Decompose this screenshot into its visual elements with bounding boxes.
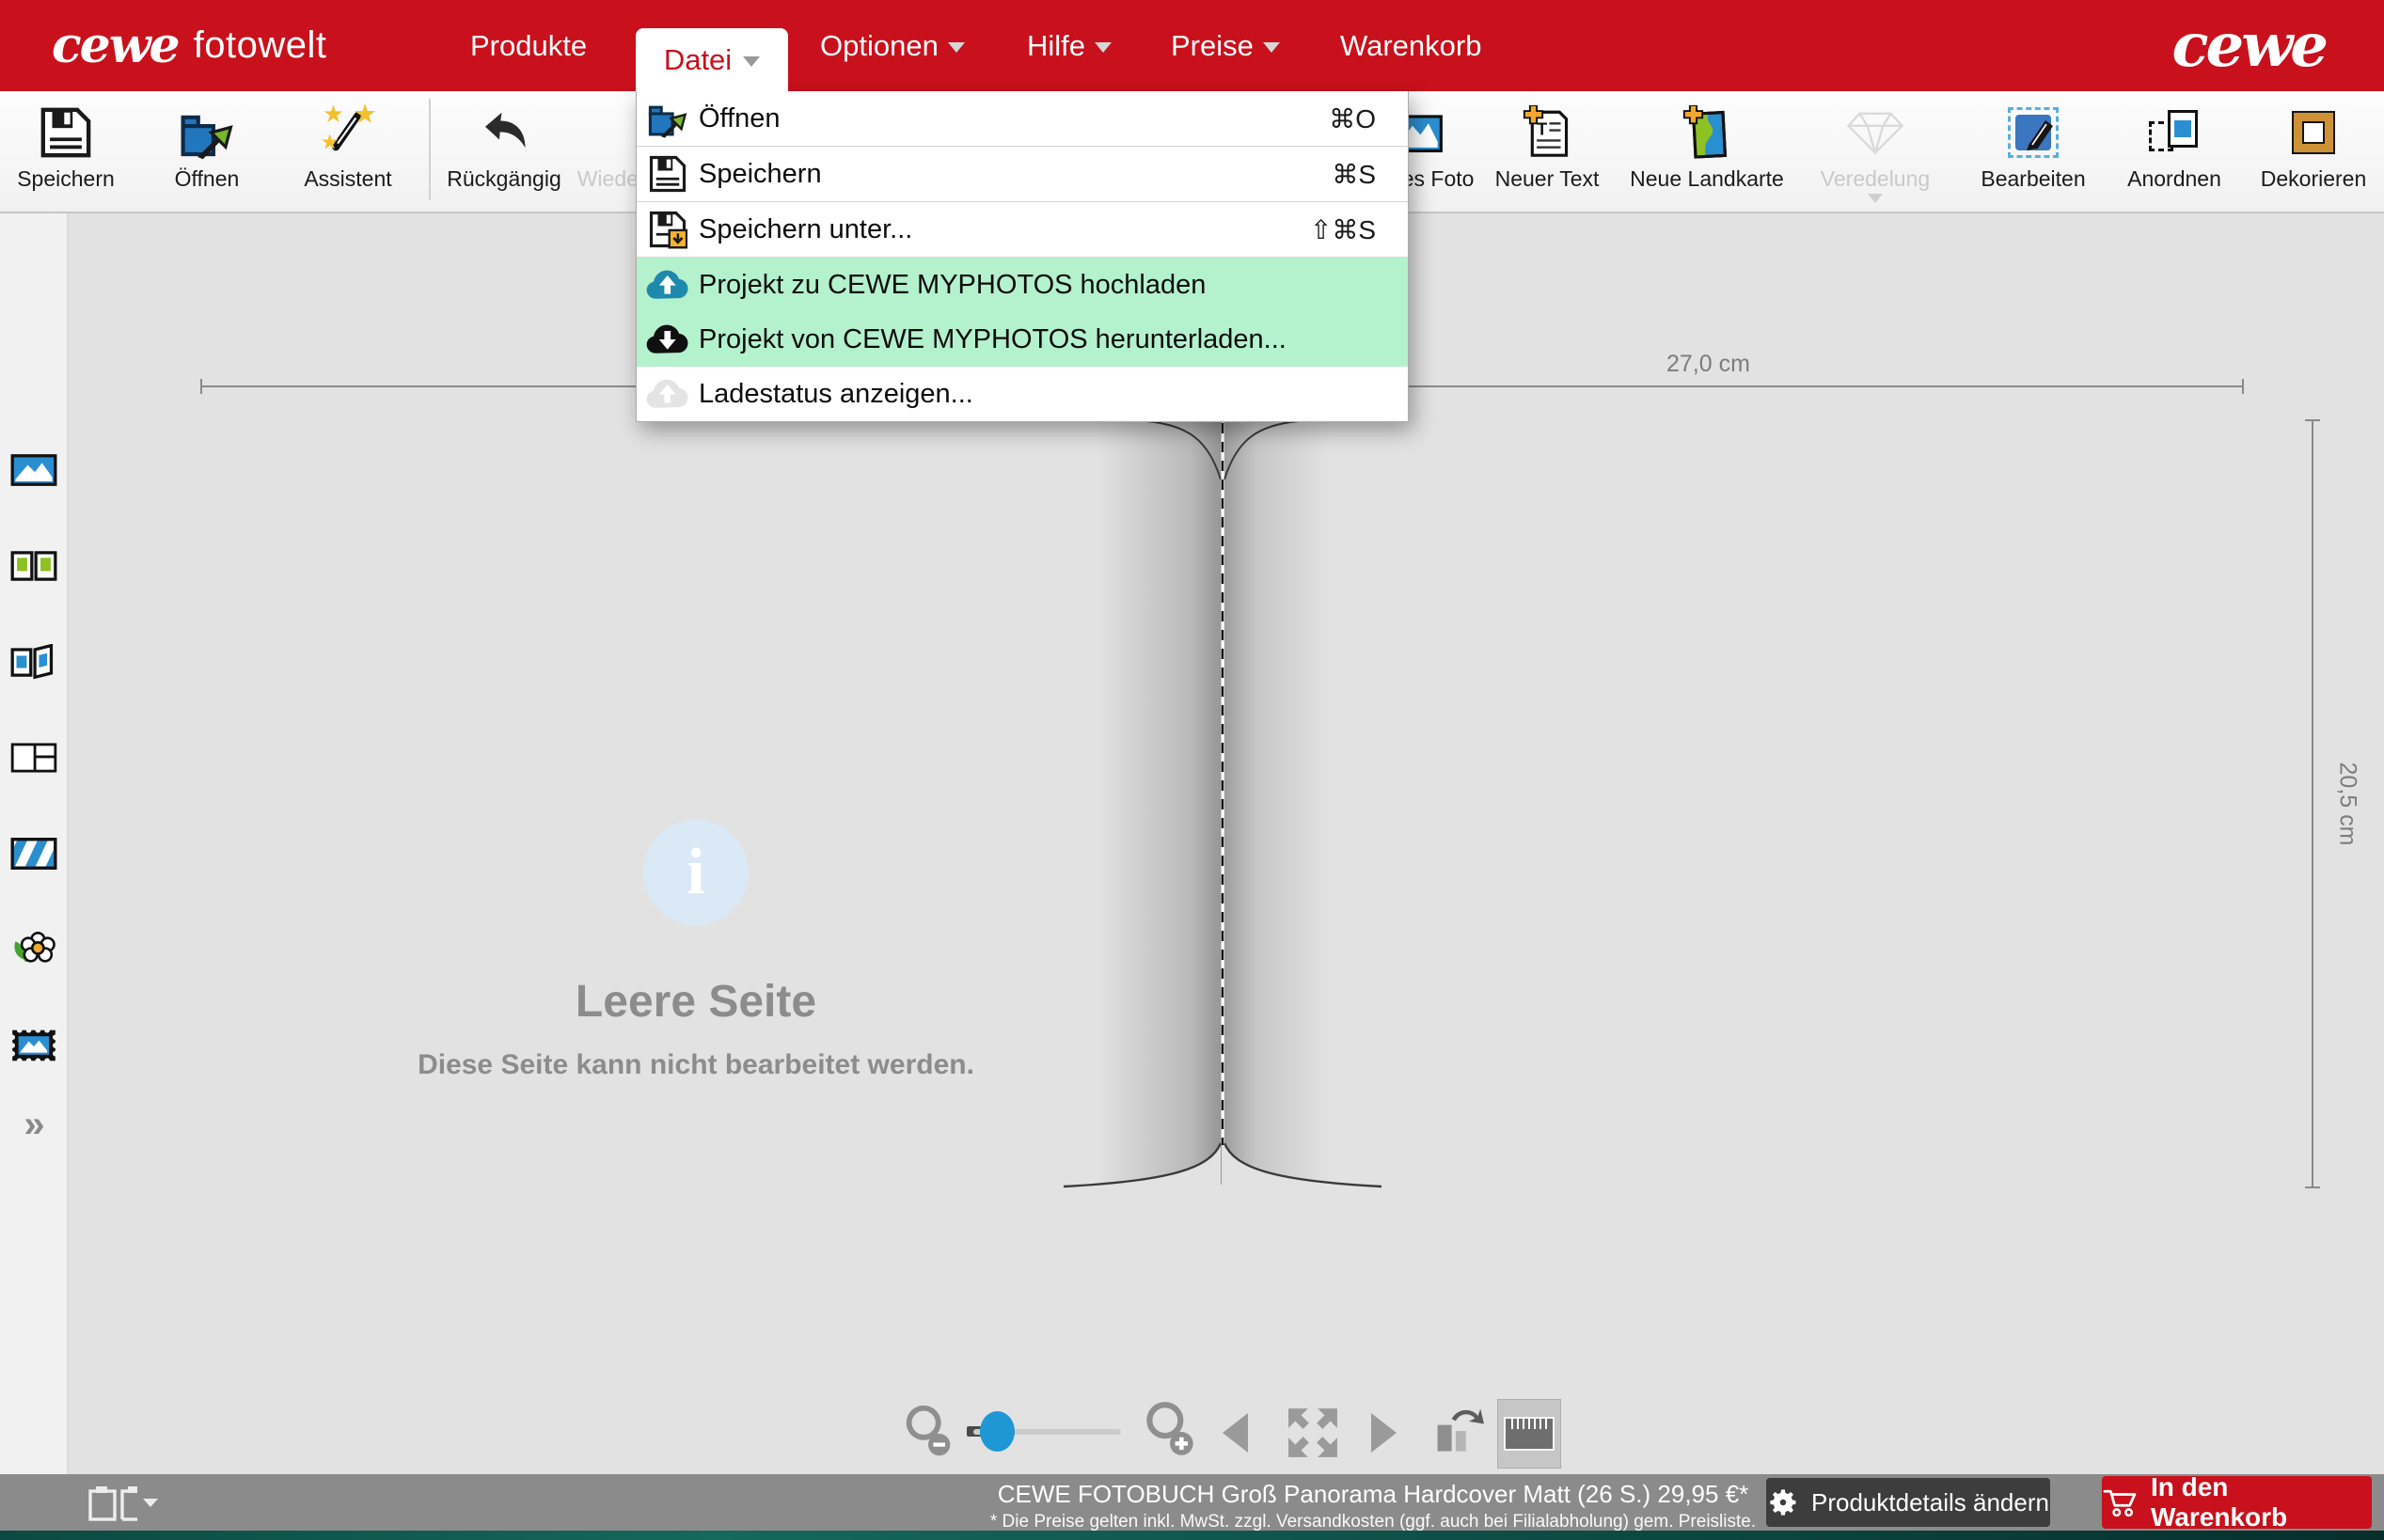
spread-layout-icon [10,549,57,583]
change-product-details-button[interactable]: Produktdetails ändern [1766,1478,2050,1527]
page-view-selector[interactable] [85,1480,166,1532]
assistant-button[interactable]: Assistent [263,99,433,208]
ruler-tick [200,379,202,394]
chevron-down-icon [743,56,760,67]
edit-icon [2008,99,2059,166]
cloud-status-icon [637,377,699,411]
undo-icon [477,99,531,166]
left-sidebar: » [0,212,69,1474]
sidebar-item-layouts[interactable] [0,724,67,792]
ruler-toggle-button[interactable] [1497,1399,1561,1469]
decorate-button[interactable]: Dekorieren [2229,99,2384,208]
chevron-down-icon [1095,42,1112,53]
ruler-tick [2305,419,2320,421]
photos-icon [10,453,57,487]
magic-wand-icon [319,99,377,166]
menu-hilfe[interactable]: Hilfe [1027,0,1112,91]
gear-icon [1767,1486,1799,1518]
magnifier-minus-icon [898,1401,960,1463]
new-map-button[interactable]: Neue Landkarte [1622,99,1792,208]
page-height-label: 20,5 cm [2334,762,2361,846]
save-icon [637,154,699,194]
zoom-slider-knob[interactable] [980,1411,1015,1452]
next-page-button[interactable] [1371,1413,1397,1453]
menu-item-download-project[interactable]: Projekt von CEWE MYPHOTOS herunterladen.… [637,312,1408,367]
menu-item-save[interactable]: Speichern ⌘S [637,147,1408,202]
menu-datei[interactable]: Datei [636,28,788,91]
flower-clipart-icon [10,931,57,968]
status-bar: CEWE FOTOBUCH Groß Panorama Hardcover Ma… [0,1474,2384,1531]
menu-warenkorb[interactable]: Warenkorb [1340,0,1481,91]
book-pages-icon [10,644,57,680]
zoom-out-button[interactable] [898,1401,960,1468]
sidebar-item-photos[interactable] [0,436,67,504]
height-ruler-line [2312,419,2313,1188]
new-text-icon: T [1521,99,1573,166]
menu-optionen[interactable]: Optionen [820,0,965,91]
cewe-logo: cewe [2172,0,2327,91]
menu-preise[interactable]: Preise [1171,0,1280,91]
previous-page-button[interactable] [1223,1413,1248,1453]
save-as-icon [637,210,699,249]
layout-grid-icon [10,741,57,775]
sidebar-item-cliparts[interactable] [0,916,67,983]
ruler-icon [1504,1417,1555,1451]
undo-button[interactable]: Rückgängig [419,99,589,208]
cart-icon [2102,1487,2138,1517]
open-icon [179,99,235,166]
page-width-label: 27,0 cm [1666,351,1750,378]
cloud-upload-icon [637,268,699,302]
expand-arrows-icon [1287,1406,1339,1459]
rotate-view-button[interactable] [1429,1403,1484,1462]
chevron-right-double-icon: » [24,1104,42,1146]
add-to-cart-button[interactable]: In den Warenkorb [2102,1476,2372,1529]
stamp-frame-icon [10,1028,57,1063]
menu-item-upload-project[interactable]: Projekt zu CEWE MYPHOTOS hochladen [637,258,1408,312]
menu-item-open[interactable]: Öffnen ⌘O [637,91,1408,147]
sidebar-item-frames[interactable] [0,1012,67,1079]
empty-page-title: Leere Seite [414,976,978,1028]
backgrounds-icon [10,837,57,871]
magnifier-plus-icon [1138,1397,1204,1463]
new-text-button[interactable]: T Neuer Text [1462,99,1632,208]
menu-item-save-as[interactable]: Speichern unter... ⇧⌘S [637,202,1408,258]
sidebar-item-pages[interactable] [0,628,67,696]
chevron-down-icon [948,42,965,53]
sidebar-item-page-layouts[interactable] [0,532,67,600]
save-icon [39,99,93,166]
ruler-tick [2242,379,2244,394]
svg-text:T: T [1537,119,1547,138]
sidebar-expand-button[interactable]: » [0,1091,67,1158]
desktop-edge [0,1531,2384,1540]
cloud-download-icon [637,322,699,356]
chevron-down-icon [143,1499,158,1507]
arrange-icon [2149,99,2200,166]
info-icon: i [643,820,749,925]
diamond-icon [1846,99,1904,166]
ruler-tick [2305,1186,2320,1188]
zoom-in-button[interactable] [1138,1397,1204,1468]
new-map-icon [1681,99,1733,166]
sidebar-item-backgrounds[interactable] [0,820,67,888]
chevron-down-icon [1868,194,1883,203]
menu-produkte[interactable]: Produkte [470,0,587,91]
empty-page-subtitle: Diese Seite kann nicht bearbeitet werden… [320,1049,1072,1081]
chevron-down-icon [1263,42,1280,53]
brand-logo: cewe fotowelt [52,0,326,91]
open-icon [637,98,699,139]
rotate-pages-icon [1429,1403,1484,1457]
menu-item-load-status[interactable]: Ladestatus anzeigen... [637,367,1408,421]
fit-view-button[interactable] [1287,1406,1339,1464]
brand-product-text: fotowelt [194,24,327,67]
embellishment-button: Veredelung [1791,99,1960,208]
frame-icon [2294,99,2333,166]
brand-script-text: cewe [52,17,179,74]
file-menu-dropdown: Öffnen ⌘O Speichern ⌘S Speichern unter..… [636,91,1409,422]
app-header: cewe fotowelt Produkte Optionen Hilfe Pr… [0,0,2384,91]
